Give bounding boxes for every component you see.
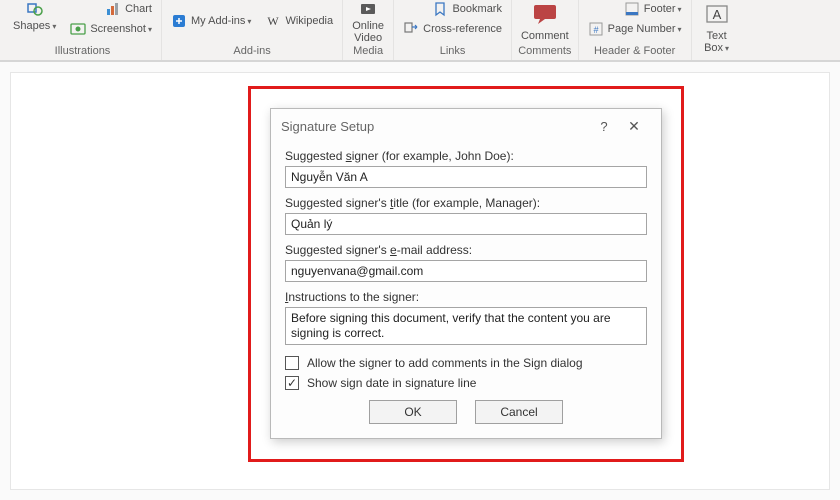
bookmark-label: Bookmark bbox=[452, 3, 502, 15]
svg-text:#: # bbox=[593, 25, 598, 35]
signer-label: Suggested signer (for example, John Doe)… bbox=[285, 149, 647, 163]
close-button[interactable]: ✕ bbox=[617, 118, 651, 135]
instructions-input[interactable] bbox=[285, 307, 647, 345]
comment-label: Comment bbox=[521, 30, 569, 42]
instructions-label: Instructions to the signer: bbox=[285, 290, 647, 304]
header-footer-stack: Footer▾ # Page Number▾ bbox=[585, 0, 685, 38]
wikipedia-icon: W bbox=[265, 13, 281, 29]
cross-reference-icon bbox=[403, 21, 419, 37]
cross-reference-label: Cross-reference bbox=[423, 23, 502, 35]
signer-title-input[interactable] bbox=[285, 213, 647, 235]
comment-button[interactable]: Comment bbox=[518, 0, 572, 43]
bookmark-icon bbox=[432, 1, 448, 17]
screenshot-label: Screenshot▾ bbox=[90, 23, 152, 36]
signer-email-label: Suggested signer's e-mail address: bbox=[285, 243, 647, 257]
addins-group-label: Add-ins bbox=[168, 44, 336, 58]
allow-comments-row[interactable]: Allow the signer to add comments in the … bbox=[285, 356, 647, 370]
signer-email-input[interactable] bbox=[285, 260, 647, 282]
wikipedia-button[interactable]: W Wikipedia bbox=[262, 12, 336, 30]
signer-title-field: Suggested signer's title (for example, M… bbox=[285, 196, 647, 235]
wikipedia-label: Wikipedia bbox=[285, 15, 333, 27]
svg-text:A: A bbox=[712, 7, 721, 22]
shapes-button[interactable]: Shapes▾ bbox=[10, 0, 59, 34]
screenshot-icon bbox=[70, 21, 86, 37]
text-box-label: Text Box▾ bbox=[704, 30, 729, 55]
signer-title-label: Suggested signer's title (for example, M… bbox=[285, 196, 647, 210]
chart-button[interactable]: Chart bbox=[67, 0, 155, 18]
video-icon bbox=[360, 1, 376, 17]
comment-icon bbox=[532, 1, 558, 27]
dialog-buttons: OK Cancel bbox=[285, 400, 647, 424]
dialog-title: Signature Setup bbox=[281, 119, 591, 134]
comments-group-label: Comments bbox=[518, 44, 572, 58]
page-number-button[interactable]: # Page Number▾ bbox=[585, 20, 685, 38]
text-box-icon: A bbox=[704, 1, 730, 27]
svg-text:W: W bbox=[268, 14, 280, 28]
addins-icon bbox=[171, 13, 187, 29]
page-number-icon: # bbox=[588, 21, 604, 37]
media-group-label: Media bbox=[349, 44, 387, 58]
allow-comments-label: Allow the signer to add comments in the … bbox=[307, 356, 583, 370]
links-stack: Bookmark Cross-reference bbox=[400, 0, 505, 38]
show-date-row[interactable]: ✓ Show sign date in signature line bbox=[285, 376, 647, 390]
ribbon-group-text: A Text Box▾ bbox=[692, 0, 742, 60]
signature-setup-dialog: Signature Setup ? ✕ Suggested signer (fo… bbox=[270, 108, 662, 439]
ribbon-group-addins: My Add-ins▾ W Wikipedia Add-ins bbox=[162, 0, 343, 60]
header-footer-group-label: Header & Footer bbox=[585, 44, 685, 58]
ribbon-group-illustrations: Shapes▾ Chart Screenshot▾ Illustrations bbox=[4, 0, 162, 60]
page-number-label: Page Number▾ bbox=[608, 23, 682, 36]
text-box-button[interactable]: A Text Box▾ bbox=[698, 0, 736, 56]
chart-label: Chart bbox=[125, 3, 152, 15]
my-addins-button[interactable]: My Add-ins▾ bbox=[168, 12, 254, 30]
chart-icon bbox=[105, 1, 121, 17]
footer-button[interactable]: Footer▾ bbox=[585, 0, 685, 18]
allow-comments-checkbox[interactable] bbox=[285, 356, 299, 370]
cross-reference-button[interactable]: Cross-reference bbox=[400, 20, 505, 38]
show-date-checkbox[interactable]: ✓ bbox=[285, 376, 299, 390]
signer-email-field: Suggested signer's e-mail address: bbox=[285, 243, 647, 282]
dialog-body: Suggested signer (for example, John Doe)… bbox=[271, 143, 661, 438]
ok-button[interactable]: OK bbox=[369, 400, 457, 424]
illustrations-stack: Chart Screenshot▾ bbox=[67, 0, 155, 38]
ribbon-group-header-footer: Footer▾ # Page Number▾ Header & Footer bbox=[579, 0, 692, 60]
shapes-icon bbox=[27, 1, 43, 17]
screenshot-button[interactable]: Screenshot▾ bbox=[67, 20, 155, 38]
online-video-label: Online Video bbox=[352, 20, 384, 44]
links-group-label: Links bbox=[400, 44, 505, 58]
footer-label: Footer▾ bbox=[644, 3, 682, 16]
shapes-label: Shapes▾ bbox=[13, 20, 56, 33]
ribbon: Shapes▾ Chart Screenshot▾ Illustrations … bbox=[0, 0, 840, 62]
my-addins-label: My Add-ins▾ bbox=[191, 15, 251, 28]
footer-icon bbox=[624, 1, 640, 17]
ribbon-group-links: Bookmark Cross-reference Links bbox=[394, 0, 512, 60]
instructions-field: Instructions to the signer: bbox=[285, 290, 647, 348]
show-date-label: Show sign date in signature line bbox=[307, 376, 476, 390]
signer-field: Suggested signer (for example, John Doe)… bbox=[285, 149, 647, 188]
cancel-button[interactable]: Cancel bbox=[475, 400, 563, 424]
illustrations-group-label: Illustrations bbox=[10, 44, 155, 58]
dialog-titlebar[interactable]: Signature Setup ? ✕ bbox=[271, 109, 661, 143]
online-video-button[interactable]: Online Video bbox=[349, 0, 387, 45]
ribbon-group-comments: Comment Comments bbox=[512, 0, 579, 60]
signer-input[interactable] bbox=[285, 166, 647, 188]
ribbon-group-media: Online Video Media bbox=[343, 0, 394, 60]
bookmark-button[interactable]: Bookmark bbox=[400, 0, 505, 18]
help-button[interactable]: ? bbox=[591, 119, 617, 134]
